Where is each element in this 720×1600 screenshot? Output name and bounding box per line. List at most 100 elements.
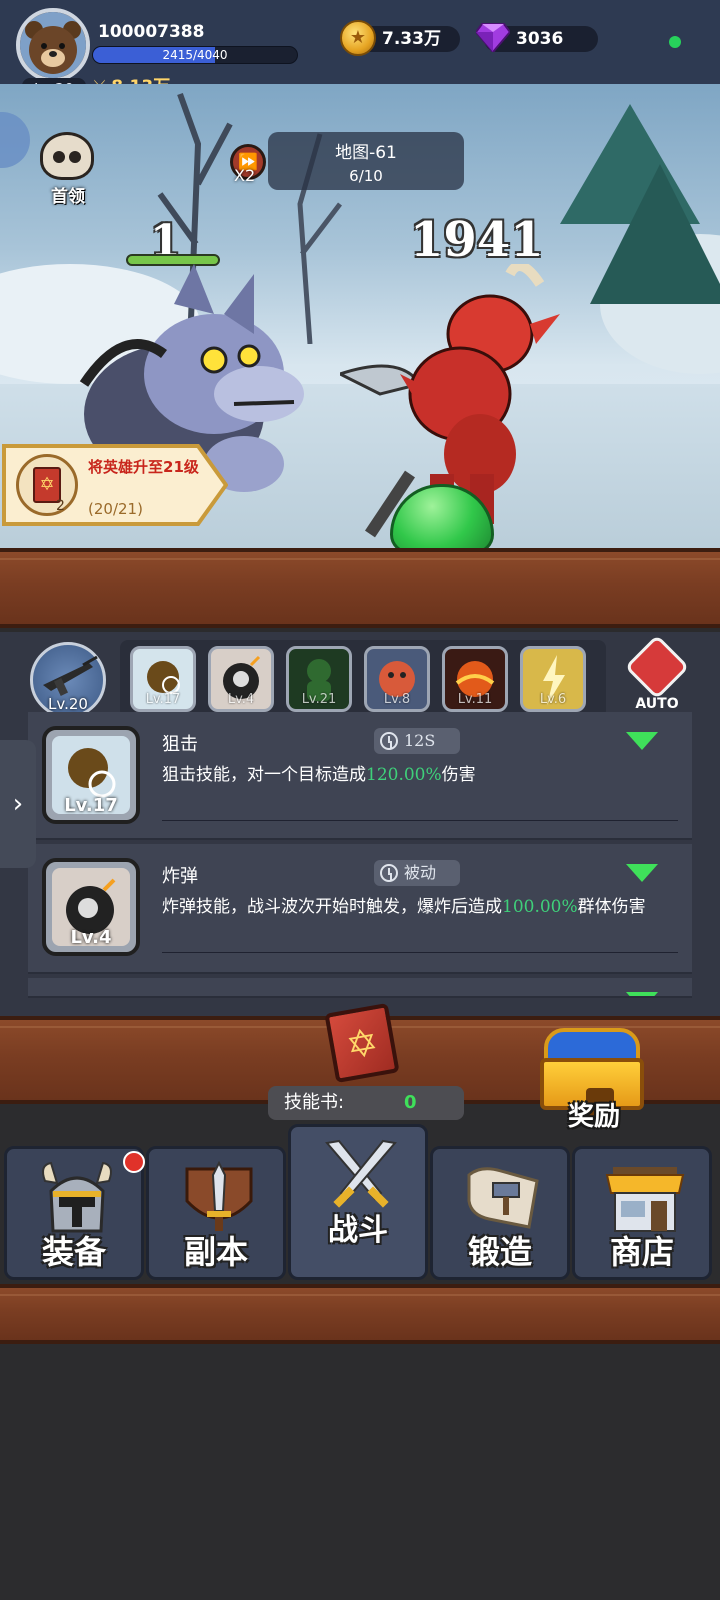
skill-name: 炸弹: [162, 866, 198, 887]
skill-card-level: Lv.4: [70, 927, 112, 948]
gold-counter[interactable]: 7.33万: [340, 20, 460, 56]
expand-arrow-icon[interactable]: [626, 864, 658, 882]
gem-counter[interactable]: 3036: [476, 23, 598, 52]
slot-level: Lv.8: [383, 692, 411, 707]
skill-slot-fire-creature[interactable]: Lv.8: [364, 646, 430, 712]
skull-icon: [40, 132, 94, 180]
skill-panel: Lv.20 Lv.17 Lv.4 Lv.21 Lv.8 Lv.11 Lv.6 A…: [0, 632, 720, 1016]
wood-divider: [0, 1284, 720, 1344]
skill-slot-meteor[interactable]: Lv.11: [442, 646, 508, 712]
skill-slots: Lv.17 Lv.4 Lv.21 Lv.8 Lv.11 Lv.6: [120, 640, 606, 718]
exp-text: 2415/4040: [162, 48, 228, 62]
gem-value: 3036: [516, 29, 564, 49]
forge-scroll-icon: [467, 1167, 539, 1229]
skill-slot-lightning[interactable]: Lv.6: [520, 646, 586, 712]
nav-forge[interactable]: 锻造: [430, 1146, 570, 1280]
map-info: 地图-61 6/10: [268, 132, 464, 190]
skill-desc-percent: 120.00%: [366, 765, 442, 785]
side-menu-tab[interactable]: [0, 112, 30, 168]
quest-banner[interactable]: ✡ 2 将英雄升至21级 (20/21): [2, 444, 228, 526]
nav-equipment[interactable]: 装备: [4, 1146, 145, 1280]
skillbook-label: 技能书:: [284, 1092, 345, 1113]
skill-slot-bomb[interactable]: Lv.4: [208, 646, 274, 712]
spellbook-icon: ✡: [324, 1002, 400, 1084]
divider: [162, 952, 678, 953]
player-avatar[interactable]: [16, 8, 90, 82]
sword-shield-icon: [185, 1161, 253, 1231]
expand-panel-tab[interactable]: ›: [0, 740, 36, 868]
slot-level: Lv.11: [457, 692, 493, 707]
map-name: 地图-61: [335, 143, 397, 163]
nav-dungeon[interactable]: 副本: [146, 1146, 286, 1280]
clock-icon: [380, 864, 398, 882]
skill-slot-poison[interactable]: Lv.21: [286, 646, 352, 712]
skill-slot-sniper[interactable]: Lv.17: [130, 646, 196, 712]
pine-tree: [590, 164, 720, 304]
skill-desc-suffix: 群体伤害: [577, 897, 646, 917]
auto-button[interactable]: AUTO: [624, 634, 690, 722]
wave-progress: 6/10: [349, 167, 383, 185]
refresh-icon: [624, 634, 690, 700]
game-screen: Lv.20 100007388 2415/4040 ⚔8.13万 7.33万 3…: [0, 0, 720, 1600]
divider: [162, 820, 678, 821]
notification-badge: [123, 1151, 145, 1173]
bear-avatar-icon: [20, 12, 86, 78]
nav-label: 锻造: [467, 1233, 532, 1271]
skill-card-bomb[interactable]: Lv.4 炸弹 被动 炸弹技能，战斗波次开始时触发，爆炸后造成100.00%群体…: [28, 844, 692, 974]
bottom-nav: 装备 副本 战斗 锻造 商店: [0, 1114, 720, 1284]
skill-card-partial[interactable]: [28, 978, 692, 998]
wood-divider: [0, 548, 720, 628]
skill-card-icon: Lv.4: [42, 858, 140, 956]
expand-arrow-icon[interactable]: [626, 992, 658, 996]
nav-label: 装备: [41, 1233, 106, 1271]
weapon-level: Lv.20: [48, 695, 88, 713]
skill-name: 狙击: [162, 734, 198, 755]
skill-card-level: Lv.17: [64, 795, 118, 816]
online-status-dot: [669, 36, 681, 48]
slot-level: Lv.17: [145, 692, 181, 707]
chevron-right-icon: ›: [12, 789, 24, 819]
skill-cooldown: 被动: [374, 860, 460, 886]
enemy-damage-number: 1941: [410, 212, 544, 268]
boss-label: 首领: [51, 187, 85, 207]
auto-label: AUTO: [635, 696, 679, 712]
skill-desc-prefix: 炸弹技能，战斗波次开始时触发，爆炸后造成: [162, 897, 502, 917]
shop-icon: [605, 1167, 685, 1232]
skill-desc-suffix: 伤害: [441, 765, 476, 785]
boss-button[interactable]: 首领: [34, 132, 98, 207]
purple-gem-icon: [476, 23, 510, 52]
slot-level: Lv.4: [227, 692, 255, 707]
exp-bar: 2415/4040: [92, 46, 298, 64]
quest-progress: (20/21): [88, 500, 143, 518]
nav-label: 副本: [183, 1233, 248, 1271]
skill-cooldown-value: 12S: [404, 731, 436, 750]
quest-reward-count: 2: [56, 498, 65, 514]
nav-battle[interactable]: 战斗: [288, 1124, 428, 1280]
player-id: 100007388: [98, 22, 205, 42]
skill-card-sniper[interactable]: Lv.17 狙击 12S 狙击技能，对一个目标造成120.00%伤害: [28, 712, 692, 840]
skill-desc-percent: 100.00%: [502, 897, 578, 917]
skillbook-icon[interactable]: ✡: [322, 1002, 410, 1084]
crossed-swords-icon: [325, 1139, 397, 1208]
helmet-icon: [42, 1161, 112, 1233]
skill-description: 狙击技能，对一个目标造成120.00%伤害: [162, 762, 682, 788]
nav-label: 商店: [609, 1233, 674, 1271]
clock-icon: [380, 732, 398, 750]
speed-label: X2: [234, 166, 256, 185]
slot-level: Lv.21: [301, 692, 337, 707]
battle-scene: 首领 ⏩ X2 地图-61 6/10 1 1941 ✡ 2 将英雄升至21级 (…: [0, 84, 720, 554]
skill-cooldown: 12S: [374, 728, 460, 754]
skill-card-icon: Lv.17: [42, 726, 140, 824]
skill-cooldown-value: 被动: [404, 863, 437, 882]
skill-description: 炸弹技能，战斗波次开始时触发，爆炸后造成100.00%群体伤害: [162, 894, 682, 920]
skill-desc-prefix: 狙击技能，对一个目标造成: [162, 765, 366, 785]
slot-level: Lv.6: [539, 692, 567, 707]
expand-arrow-icon[interactable]: [626, 732, 658, 750]
gold-coin-icon: [340, 20, 376, 56]
quest-book-badge: ✡: [16, 454, 78, 516]
quest-title: 将英雄升至21级: [88, 458, 199, 476]
gold-value: 7.33万: [382, 29, 441, 49]
weapon-button[interactable]: Lv.20: [30, 642, 106, 718]
nav-shop[interactable]: 商店: [572, 1146, 712, 1280]
nav-label: 战斗: [328, 1213, 388, 1248]
